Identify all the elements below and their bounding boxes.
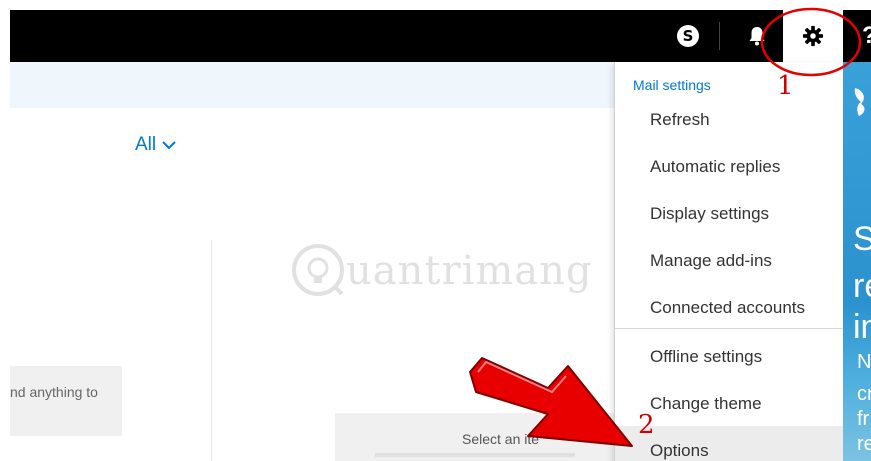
reading-pane-text: Select an ite — [462, 431, 540, 447]
top-bar: S ? — [10, 10, 871, 62]
bell-icon — [749, 27, 765, 46]
gear-icon — [802, 25, 824, 47]
settings-button[interactable] — [783, 10, 843, 62]
promo-text-line: fr — [857, 408, 870, 430]
notifications-button[interactable] — [736, 10, 778, 62]
butterfly-icon — [854, 88, 865, 116]
help-icon: ? — [862, 22, 871, 50]
skype-button[interactable]: S — [667, 10, 709, 62]
watermark-text: uantrimang — [346, 248, 593, 294]
promo-text-line: cr — [857, 383, 871, 405]
toolbar-divider — [719, 22, 720, 50]
menu-item-automatic-replies[interactable]: Automatic replies — [650, 157, 780, 177]
search-strip — [10, 62, 614, 108]
reading-pane-subtext — [375, 453, 575, 457]
menu-item-offline-settings[interactable]: Offline settings — [650, 347, 762, 367]
menu-item-change-theme[interactable]: Change theme — [650, 394, 762, 414]
menu-divider — [615, 328, 844, 329]
help-button[interactable]: ? — [850, 10, 871, 62]
menu-item-connected-accounts[interactable]: Connected accounts — [650, 298, 805, 318]
promo-text-line: e — [857, 456, 868, 461]
menu-header: Mail settings — [633, 77, 711, 93]
settings-menu: Mail settings Refresh Automatic replies … — [614, 62, 844, 461]
menu-item-refresh[interactable]: Refresh — [650, 110, 710, 130]
promo-text-line: in — [853, 308, 871, 346]
promo-text-line: S — [853, 220, 871, 258]
annotation-number-2: 2 — [638, 410, 655, 440]
skype-icon: S — [677, 25, 699, 47]
filter-label: All — [135, 134, 157, 155]
message-list-empty-text: nd anything to — [10, 384, 98, 400]
menu-item-display-settings[interactable]: Display settings — [650, 204, 769, 224]
menu-item-manage-add-ins[interactable]: Manage add-ins — [650, 251, 772, 271]
watermark: uantrimang — [290, 240, 593, 302]
filter-dropdown[interactable]: All — [135, 134, 176, 156]
chevron-down-icon — [162, 141, 176, 150]
promo-text-line: re — [857, 433, 871, 455]
reading-pane-placeholder: Select an ite — [335, 413, 617, 461]
annotation-number-1: 1 — [777, 71, 794, 101]
watermark-logo-icon — [292, 244, 344, 296]
promo-text-line: re — [853, 267, 871, 305]
promo-panel: S re in N cr fr re e — [843, 62, 871, 461]
pane-divider — [211, 240, 212, 461]
menu-item-options[interactable]: Options — [650, 441, 709, 461]
promo-text-line: N — [857, 351, 871, 373]
message-list-empty-box — [10, 366, 122, 436]
